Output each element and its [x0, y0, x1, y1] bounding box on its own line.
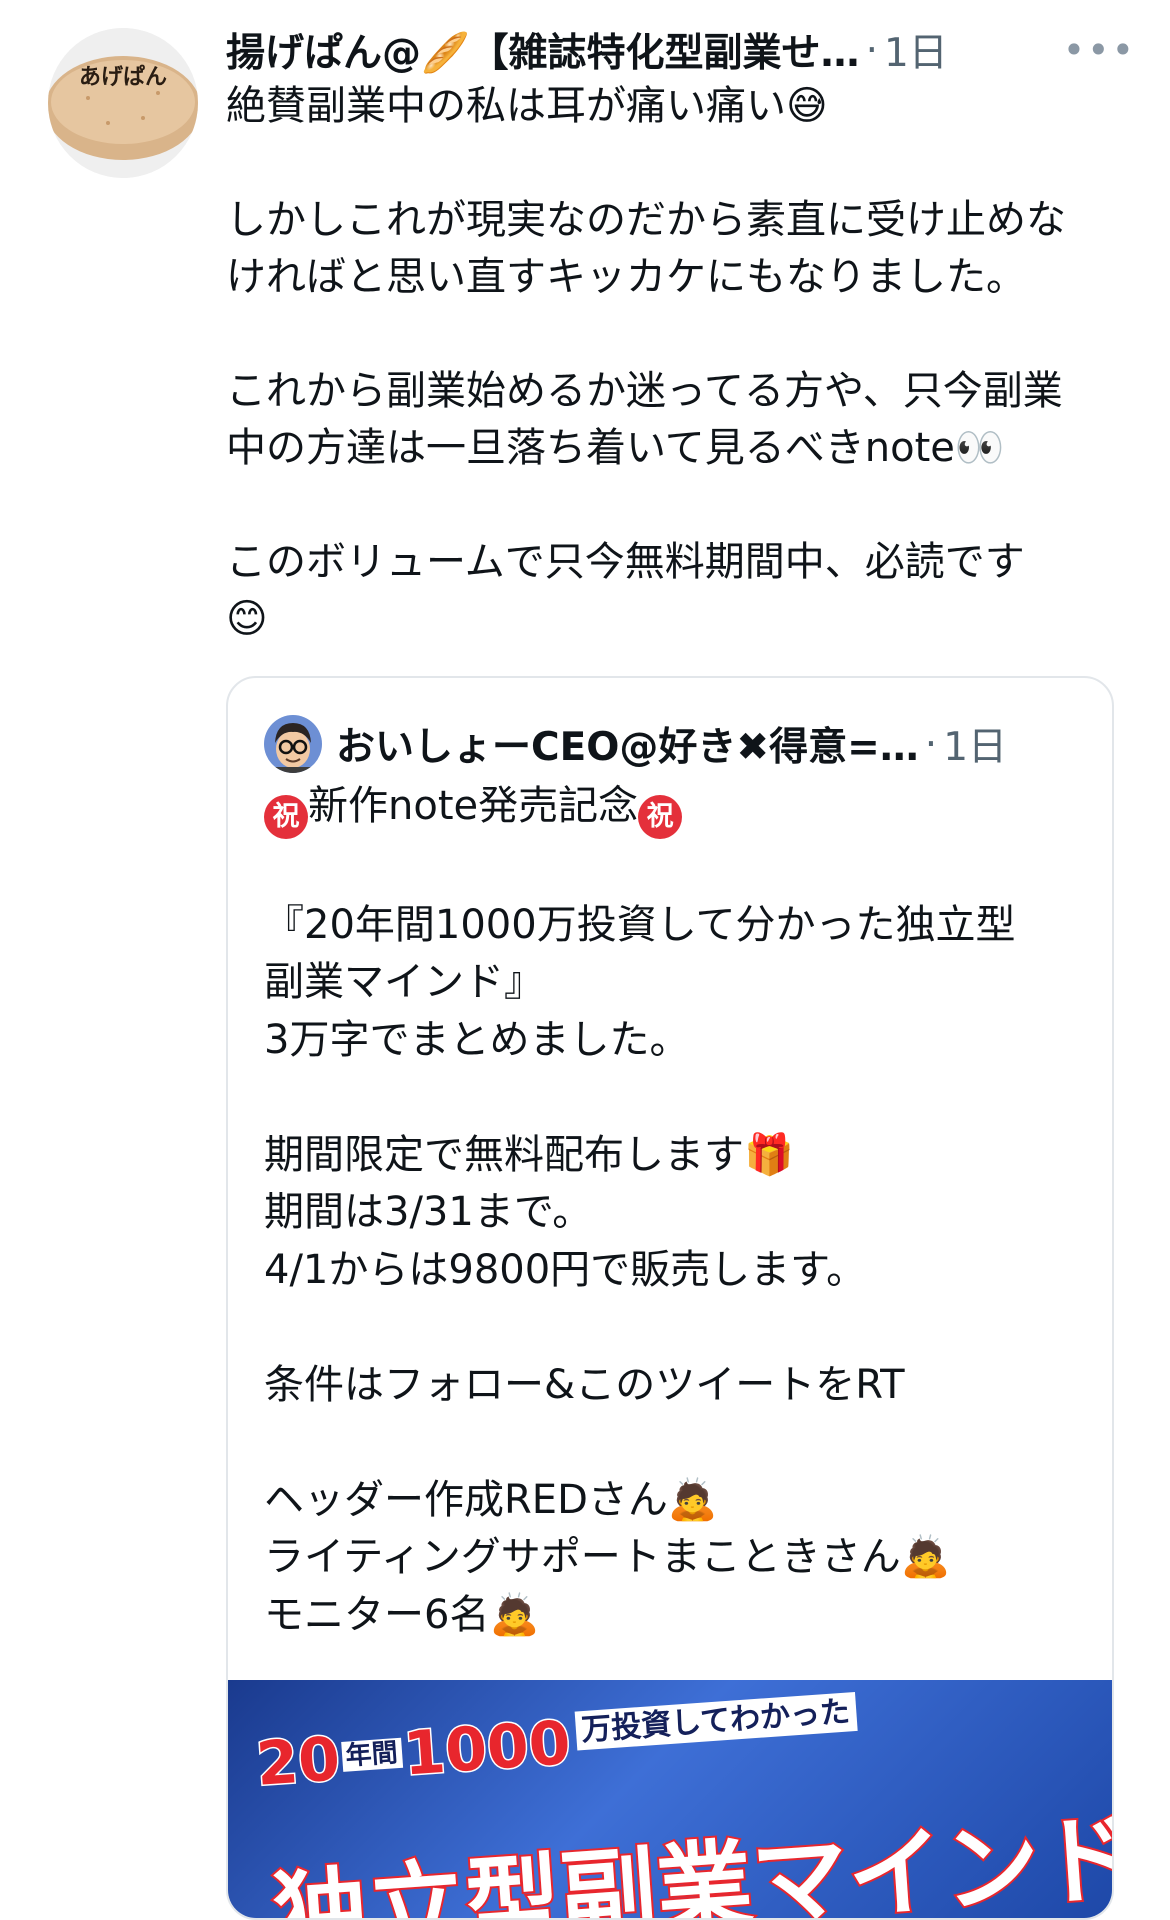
- tweet-line: ければと思い直すキッカケにもなりました。: [226, 254, 1026, 300]
- quote-line: 4/1からは9800円で販売します。: [264, 1246, 867, 1293]
- more-options-icon[interactable]: •••: [1063, 28, 1136, 72]
- banner-years: 20: [253, 1723, 344, 1802]
- quote-line: ライティングサポートまこときさん🙇: [264, 1534, 951, 1580]
- smile-emoji: 😊: [226, 596, 268, 642]
- quoted-tweet-card[interactable]: おいしょーCEO@好き✖得意=… · 1日 祝新作note発売記念祝 『20年間…: [226, 676, 1114, 1920]
- author-avatar[interactable]: あげぱん: [48, 28, 198, 178]
- tweet-line: このボリュームで只今無料期間中、必読です: [226, 539, 1025, 585]
- quoted-timestamp[interactable]: 1日: [943, 716, 1007, 772]
- tweet-line: 絶賛副業中の私は耳が痛い痛い: [226, 83, 786, 129]
- quote-line: 3万字でまとめました。: [264, 1016, 690, 1063]
- quoted-tweet-header: おいしょーCEO@好き✖得意=… · 1日: [264, 714, 1082, 774]
- banner-title: 独立型副業マインド: [268, 1800, 1114, 1920]
- tweet-line: 中の方達は一旦落ち着いて見るべきnote👀: [226, 425, 1005, 471]
- tweet-line: しかしこれが現実なのだから素直に受け止めな: [226, 197, 1066, 243]
- sweat-smile-emoji: 😅: [786, 83, 828, 129]
- separator-dot: ·: [924, 721, 938, 767]
- author-name[interactable]: 揚げぱん@🥖【雑誌特化型副業せ…: [226, 22, 860, 78]
- tweet-text: 絶賛副業中の私は耳が痛い痛い😅 しかしこれが現実なのだから素直に受け止めな けれ…: [226, 78, 1126, 648]
- separator-dot: ·: [865, 27, 878, 73]
- banner-years-unit: 年間: [340, 1737, 403, 1772]
- timestamp[interactable]: 1日: [884, 22, 948, 78]
- note-header-image[interactable]: 20年間1000 万投資してわかった 独立型副業マインド: [228, 1680, 1112, 1918]
- quote-line: 期間限定で無料配布します🎁: [264, 1131, 794, 1178]
- glasses-man-avatar-image: [264, 715, 322, 773]
- tweet-header: 揚げぱん@🥖【雑誌特化型副業せ… · 1日: [226, 20, 1130, 80]
- banner-amount: 1000: [400, 1707, 574, 1791]
- quoted-tweet-text: 祝新作note発売記念祝 『20年間1000万投資して分かった独立型 副業マイン…: [264, 778, 1094, 1644]
- quote-line: 副業マインド』: [264, 959, 544, 1005]
- celebration-badge-icon: 祝: [638, 795, 683, 839]
- quote-line: 条件はフォロー&このツイートをRT: [264, 1361, 905, 1408]
- banner-subtitle: 20年間1000 万投資してわかった: [253, 1686, 859, 1802]
- banner-tail: 万投資してわかった: [574, 1692, 858, 1751]
- quoted-author-name[interactable]: おいしょーCEO@好き✖得意=…: [336, 716, 919, 772]
- quote-line: 期間は3/31まで。: [264, 1189, 593, 1235]
- quote-line: ヘッダー作成REDさん🙇: [264, 1476, 718, 1523]
- tweet-line: これから副業始めるか迷ってる方や、只今副業: [226, 368, 1063, 414]
- quoted-author-avatar[interactable]: [264, 715, 322, 773]
- avatar-label: あげぱん: [79, 64, 167, 90]
- quote-line: モニター6名🙇: [264, 1591, 540, 1638]
- quote-line: 『20年間1000万投資して分かった独立型: [264, 901, 1016, 948]
- bread-avatar-image: あげぱん: [48, 28, 198, 178]
- quote-headline: 新作note発売記念: [308, 783, 639, 829]
- celebration-badge-icon: 祝: [264, 795, 308, 839]
